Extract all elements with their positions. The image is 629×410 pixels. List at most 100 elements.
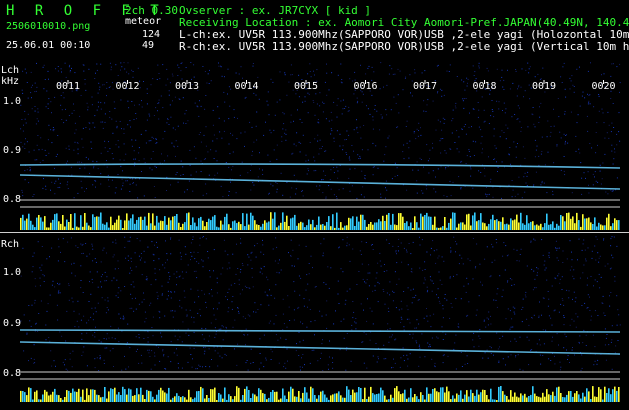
noise-pixel [490,323,492,325]
noise-pixel [403,247,405,249]
noise-pixel [85,127,87,128]
noise-pixel [517,143,518,144]
noise-pixel [478,345,480,347]
meteor-bar [406,398,408,402]
noise-pixel [419,244,421,246]
noise-pixel [71,297,73,299]
meteor-bar [390,394,392,402]
noise-pixel [149,356,151,357]
noise-pixel [523,96,524,98]
noise-pixel [520,86,522,88]
noise-pixel [588,184,589,186]
noise-pixel [50,350,52,352]
noise-pixel [359,155,361,157]
noise-pixel [552,194,554,196]
noise-pixel [463,126,465,128]
noise-pixel [348,110,350,112]
noise-pixel [54,286,56,288]
noise-pixel [511,180,513,181]
noise-pixel [525,182,527,184]
noise-pixel [464,98,465,100]
noise-pixel [602,162,604,164]
noise-pixel [112,241,114,243]
noise-pixel [97,286,99,288]
noise-pixel [270,359,272,360]
noise-pixel [387,329,389,331]
noise-pixel [553,125,555,127]
noise-pixel [389,294,391,296]
noise-pixel [379,129,381,131]
noise-pixel [38,313,40,314]
noise-pixel [27,113,29,115]
noise-pixel [151,136,153,138]
noise-pixel [80,95,82,96]
meteor-bar [550,395,552,402]
meteor-bar [230,396,232,402]
meteor-bar [162,221,164,230]
noise-pixel [558,116,560,118]
noise-pixel [577,114,579,116]
noise-pixel [228,166,230,168]
meteor-bar [412,397,414,402]
meteor-bar [444,217,446,230]
noise-pixel [562,262,564,263]
noise-pixel [224,250,226,252]
noise-pixel [235,273,237,275]
noise-pixel [290,114,292,116]
meteor-bar [262,393,264,402]
noise-pixel [104,140,106,142]
noise-pixel [425,185,427,187]
meteor-bar [148,212,150,230]
noise-pixel [325,197,327,199]
noise-pixel [555,247,557,249]
meteor-bar [48,227,50,230]
noise-pixel [490,315,491,317]
noise-pixel [103,363,105,364]
noise-pixel [61,71,62,73]
noise-pixel [108,337,110,339]
noise-pixel [597,359,599,361]
noise-pixel [449,276,451,278]
meteor-bar [160,220,162,230]
noise-pixel [458,263,460,265]
meteor-bar [128,220,130,230]
noise-pixel [46,258,48,260]
noise-pixel [439,121,441,123]
noise-pixel [513,248,515,250]
noise-pixel [337,293,339,295]
noise-pixel [491,261,493,263]
noise-pixel [115,295,117,297]
noise-pixel [319,185,321,187]
noise-pixel [323,238,325,240]
meteor-bar [280,222,282,230]
meteor-bar [70,392,72,402]
meteor-bar [196,226,198,230]
noise-pixel [497,348,499,350]
noise-pixel [545,329,547,331]
noise-pixel [588,94,590,96]
noise-pixel [84,167,86,169]
noise-pixel [150,368,152,370]
noise-pixel [408,106,410,108]
noise-pixel [71,112,73,114]
noise-pixel [434,366,436,368]
noise-pixel [511,284,513,286]
meteor-bar [560,215,562,230]
noise-pixel [389,336,391,338]
noise-pixel [68,299,70,301]
noise-pixel [437,297,439,299]
noise-pixel [34,278,36,280]
noise-pixel [151,241,153,243]
meteor-bar [54,388,56,402]
meteor-bar [306,392,308,402]
noise-pixel [493,128,495,130]
noise-pixel [611,150,613,152]
noise-pixel [581,193,583,195]
noise-pixel [153,186,155,187]
meteor-bar [400,213,402,230]
noise-pixel [559,131,561,133]
noise-pixel [213,270,214,272]
noise-pixel [594,176,595,178]
noise-pixel [57,70,59,72]
noise-pixel [525,291,527,293]
